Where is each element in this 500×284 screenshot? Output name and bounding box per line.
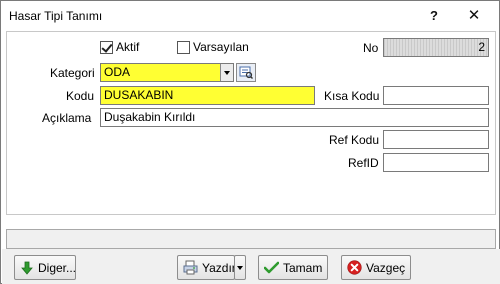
kisa-kodu-label: Kısa Kodu [324, 89, 380, 103]
kategori-select[interactable]: ODA [100, 63, 234, 82]
kategori-value: ODA [104, 65, 131, 79]
aktif-checkbox[interactable]: Aktif [100, 40, 139, 54]
ref-kodu-label: Ref Kodu [329, 133, 380, 147]
button-bar: Diger... Yazdır Tamam Vazgeç [2, 249, 500, 284]
kisa-kodu-input[interactable] [383, 86, 489, 105]
aciklama-input[interactable]: Duşakabin Kırıldı [100, 108, 489, 127]
tamam-button[interactable]: Tamam [258, 255, 328, 280]
yazdir-button[interactable]: Yazdır [177, 255, 236, 280]
vazgec-button[interactable]: Vazgeç [341, 255, 411, 280]
tamam-label: Tamam [283, 260, 323, 275]
lookup-icon [239, 66, 253, 79]
no-field: 2 [383, 38, 489, 57]
dialog-window: Hasar Tipi Tanımı ? ✕ Aktif Varsayılan N… [0, 0, 500, 284]
no-label: No [363, 41, 379, 55]
yazdir-label: Yazdır [202, 260, 236, 275]
varsayilan-checkbox[interactable]: Varsayılan [177, 40, 249, 54]
printer-icon [183, 260, 198, 276]
ref-id-label: RefID [348, 156, 379, 170]
aktif-label: Aktif [116, 40, 140, 54]
window-title: Hasar Tipi Tanımı [9, 9, 103, 23]
aktif-check-box[interactable] [100, 40, 113, 54]
status-bar [6, 229, 496, 249]
kategori-label: Kategori [50, 66, 95, 80]
ref-kodu-input[interactable] [383, 130, 489, 149]
yazdir-dropdown-button[interactable] [234, 255, 246, 280]
ref-id-input[interactable] [383, 153, 489, 172]
varsayilan-check-box[interactable] [177, 40, 190, 54]
title-bar: Hasar Tipi Tanımı ? ✕ [1, 1, 499, 31]
close-button[interactable]: ✕ [461, 5, 487, 27]
form-panel: Aktif Varsayılan No 2 Kategori ODA Kodu [6, 31, 496, 215]
diger-button[interactable]: Diger... [14, 255, 76, 280]
green-down-arrow-icon [20, 260, 34, 276]
aciklama-label: Açıklama [42, 111, 92, 125]
red-cancel-icon [347, 260, 362, 276]
kodu-label: Kodu [66, 89, 95, 103]
chevron-down-icon[interactable] [220, 64, 233, 81]
help-button[interactable]: ? [421, 5, 447, 27]
varsayilan-label: Varsayılan [193, 40, 249, 54]
kategori-lookup-button[interactable] [236, 63, 256, 82]
diger-label: Diger... [38, 260, 77, 275]
vazgec-label: Vazgeç [366, 260, 406, 275]
kodu-input[interactable]: DUSAKABIN [100, 86, 315, 105]
green-check-icon [264, 260, 279, 276]
